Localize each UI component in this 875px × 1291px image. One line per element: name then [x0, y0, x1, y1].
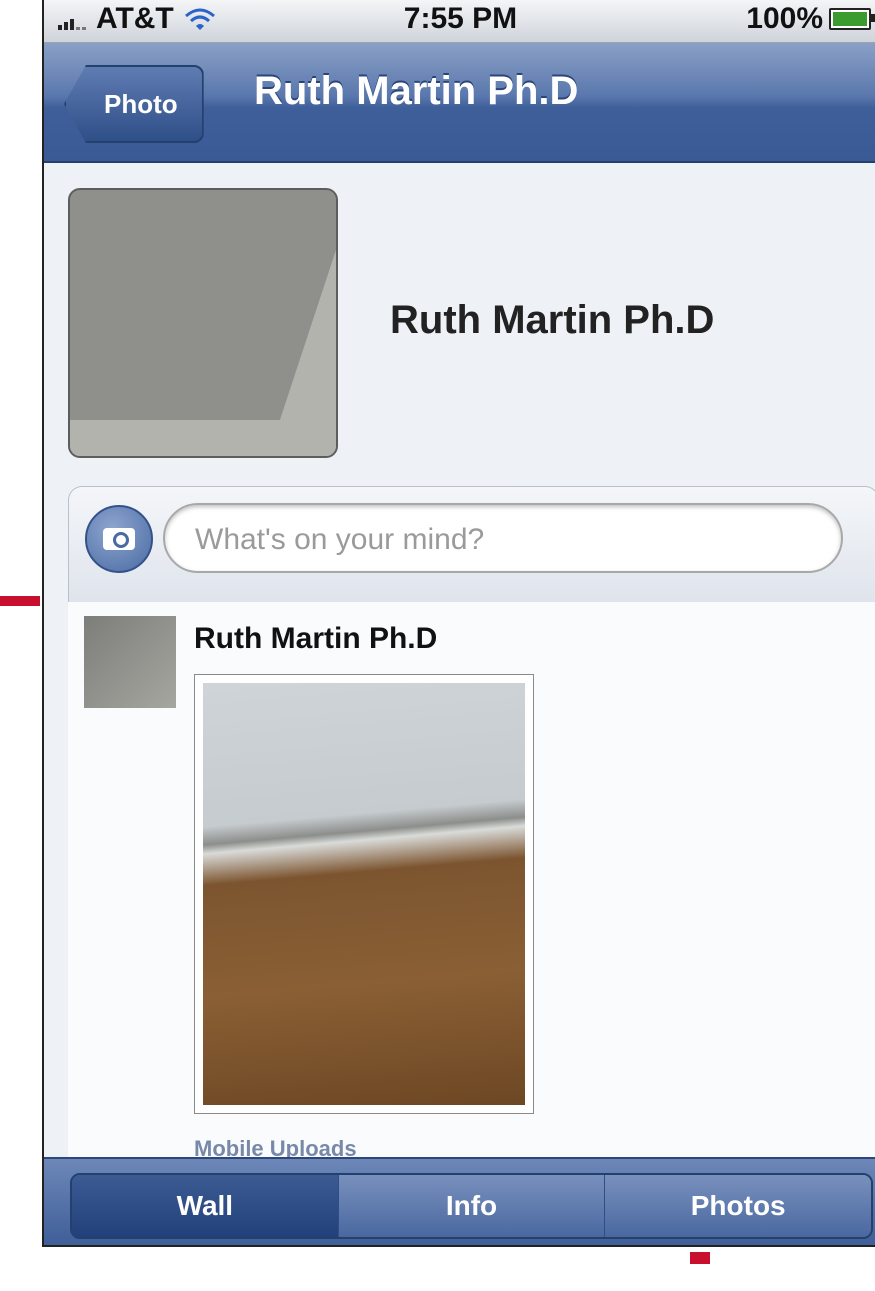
- tab-photos[interactable]: Photos: [605, 1175, 871, 1237]
- red-annotation-mark: [0, 596, 40, 606]
- battery-group: 100%: [746, 2, 875, 36]
- tab-bar: Wall Info Photos: [44, 1157, 875, 1245]
- status-input[interactable]: What's on your mind?: [163, 503, 843, 573]
- tab-info[interactable]: Info: [338, 1175, 606, 1237]
- tab-wall[interactable]: Wall: [72, 1175, 339, 1237]
- battery-icon: [829, 8, 875, 30]
- camera-button[interactable]: [85, 505, 153, 573]
- post-author-name[interactable]: Ruth Martin Ph.D: [194, 622, 437, 656]
- navigation-bar: Photo Ruth Martin Ph.D: [44, 43, 875, 163]
- profile-name: Ruth Martin Ph.D: [390, 298, 715, 342]
- phone-screen: AT&T 7:55 PM 100% Photo Ruth Martin Ph.D…: [42, 0, 875, 1247]
- status-composer: What's on your mind?: [68, 486, 875, 604]
- profile-picture-image: [70, 190, 336, 456]
- battery-percent: 100%: [746, 2, 823, 35]
- page-title: Ruth Martin Ph.D: [254, 69, 579, 113]
- wall-feed: Ruth Martin Ph.D Mobile Uploads: [68, 602, 875, 1161]
- segmented-control: Wall Info Photos: [70, 1173, 873, 1239]
- profile-picture[interactable]: [68, 188, 338, 458]
- post-photo[interactable]: [194, 674, 534, 1114]
- back-button[interactable]: Photo: [64, 65, 204, 143]
- post-photo-image: [203, 683, 525, 1105]
- red-annotation-mark: [690, 1252, 710, 1264]
- status-bar: AT&T 7:55 PM 100%: [44, 0, 875, 43]
- post-author-avatar[interactable]: [84, 616, 176, 708]
